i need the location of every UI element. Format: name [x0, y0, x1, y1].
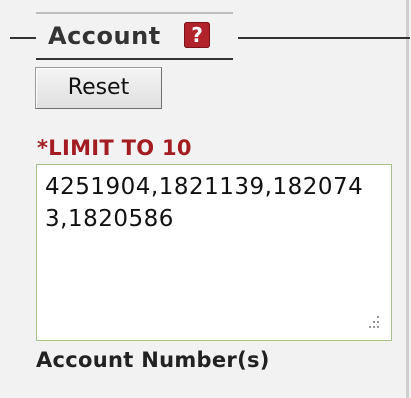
account-numbers-label: Account Number(s) — [36, 348, 270, 372]
fieldset-border-right — [238, 37, 410, 39]
section-title: Account — [48, 22, 161, 50]
account-numbers-input[interactable]: 4251904,1821139,1820743,1820586 — [36, 164, 392, 341]
help-icon[interactable]: ? — [184, 22, 210, 48]
legend-top-rule — [36, 12, 233, 14]
limit-note: *LIMIT TO 10 — [37, 136, 192, 160]
fieldset-border-left — [10, 37, 36, 39]
legend-bottom-rule — [36, 58, 233, 60]
reset-button[interactable]: Reset — [35, 67, 162, 109]
account-filter-panel: Account ? Reset *LIMIT TO 10 4251904,182… — [0, 0, 410, 398]
